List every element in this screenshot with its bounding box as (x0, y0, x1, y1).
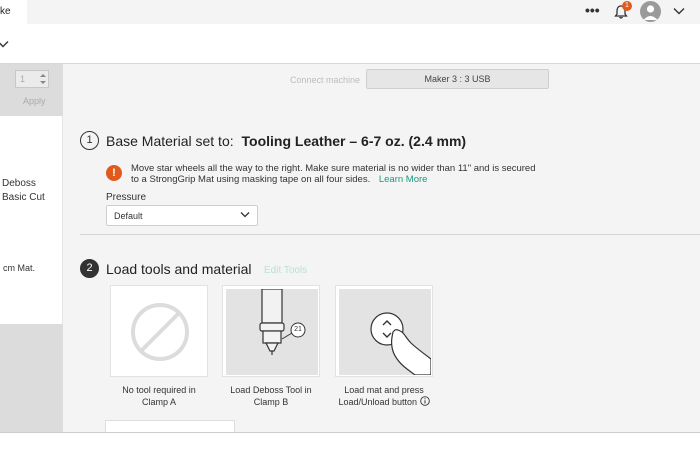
step-2-title: Load tools and material (106, 261, 252, 277)
edit-tools-link[interactable]: Edit Tools (264, 265, 307, 276)
pressure-label: Pressure (106, 192, 147, 203)
notification-badge: 1 (622, 1, 632, 11)
sidebar-item-mat[interactable]: cm Mat. (3, 263, 35, 273)
more-options-icon[interactable]: ••• (585, 2, 600, 18)
app-window: ke ••• 1 1 Apply Deboss Basic Cut cm Mat… (0, 0, 700, 467)
info-icon[interactable] (419, 396, 430, 406)
collapse-chevron-down-icon[interactable] (0, 37, 10, 51)
step-1-title: Base Material set to: Tooling Leather – … (106, 133, 466, 149)
sidebar-item-basic-cut[interactable]: Basic Cut (2, 192, 45, 203)
tab-label: ke (0, 6, 11, 17)
clamp-b-label: Load Deboss Tool in Clamp B (230, 385, 312, 407)
load-mat-text: Load mat and press Load/Unload button (338, 385, 424, 407)
tool-number: 21 (294, 326, 302, 333)
step-1-number: 1 (80, 131, 99, 150)
sidebar-mat-preview (0, 324, 63, 432)
card-image-area (114, 289, 206, 375)
pressure-value: Default (114, 211, 143, 221)
machine-select-button[interactable]: Maker 3 : 3 USB (366, 69, 549, 89)
card-image-area (339, 289, 432, 376)
sidebar-item-deboss[interactable]: Deboss (2, 178, 36, 189)
warning-icon: ! (106, 165, 122, 181)
clamp-a-label: No tool required in Clamp A (122, 385, 196, 407)
step-1-title-prefix: Base Material set to: (106, 133, 234, 149)
quantity-stepper[interactable]: 1 (15, 70, 49, 88)
connect-machine-label: Connect machine (290, 75, 361, 85)
pressure-select[interactable]: Default (106, 205, 258, 226)
header-bar (0, 24, 700, 64)
account-chevron-down-icon[interactable] (672, 4, 686, 18)
tool-card-clamp-b: 21 (222, 285, 320, 377)
apply-button[interactable]: Apply (23, 96, 46, 106)
deboss-tool-icon (259, 288, 306, 355)
user-avatar-icon (643, 5, 658, 20)
card-image-area: 21 (226, 288, 318, 375)
load-mat-card (335, 285, 433, 377)
stepper-arrows-icon[interactable] (39, 72, 47, 86)
tool-card-clamp-a (110, 285, 208, 377)
step-2-number: 2 (80, 259, 99, 278)
warning-text: Move star wheels all the way to the righ… (131, 163, 536, 185)
load-mat-icon (370, 312, 432, 376)
sidebar-list (0, 116, 63, 324)
no-tool-icon (131, 303, 189, 361)
avatar[interactable] (640, 1, 661, 22)
pressure-chevron-down-icon[interactable] (240, 211, 250, 219)
footer-bar (0, 432, 700, 467)
learn-more-link[interactable]: Learn More (379, 174, 428, 185)
load-mat-label: Load mat and press Load/Unload button (335, 384, 433, 408)
quantity-value: 1 (20, 74, 26, 84)
warning-message: Move star wheels all the way to the righ… (131, 163, 541, 185)
base-material-name: Tooling Leather – 6-7 oz. (2.4 mm) (241, 133, 467, 149)
section-divider (80, 234, 700, 235)
